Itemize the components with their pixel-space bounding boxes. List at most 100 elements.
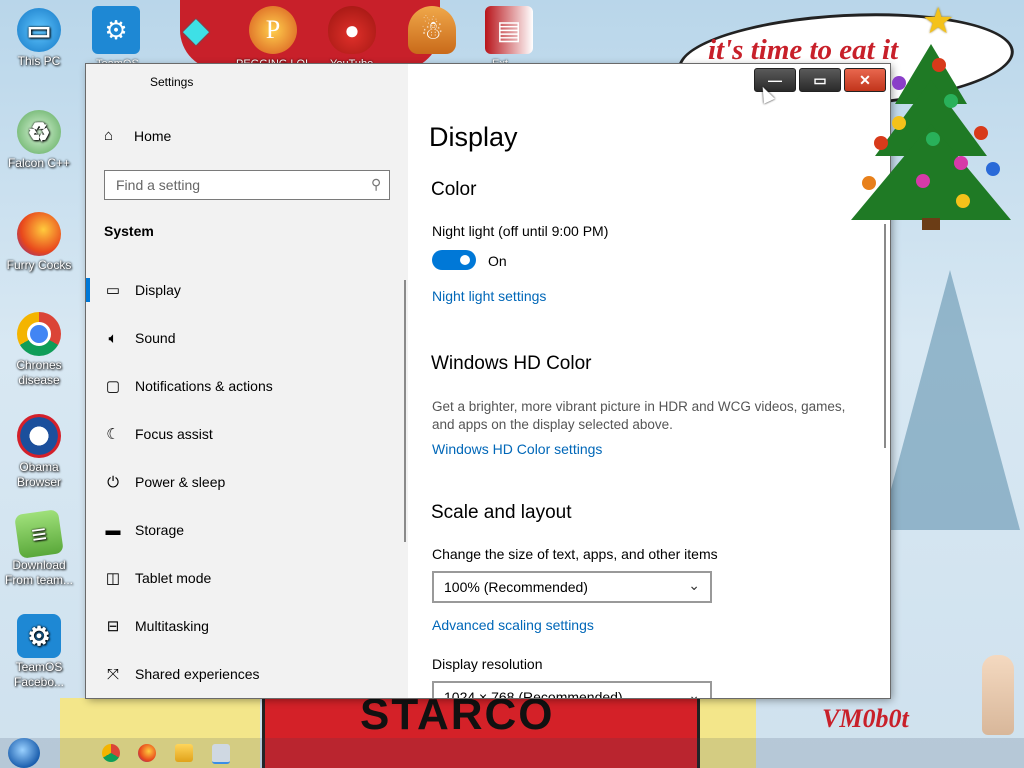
nav-item-display[interactable]: ▭ Display bbox=[86, 266, 408, 314]
scale-heading: Scale and layout bbox=[431, 502, 572, 523]
desktop-icon-label: Furry Cocks bbox=[6, 258, 72, 272]
ornament bbox=[974, 126, 988, 140]
figure-icon[interactable]: ☃ bbox=[408, 6, 456, 54]
storage-icon: ▬ bbox=[105, 521, 121, 539]
desktop-icon-download[interactable]: ≡ Download From team... bbox=[4, 509, 74, 588]
nav-item-label: Shared experiences bbox=[135, 666, 260, 682]
hd-color-description: Get a brighter, more vibrant picture in … bbox=[432, 399, 846, 432]
nav-item-shared-experiences[interactable]: ⤧ Shared experiences bbox=[86, 650, 408, 698]
nav-item-sound[interactable]: 🔈︎ Sound bbox=[86, 314, 408, 362]
notepad-icon: ≡ bbox=[14, 509, 64, 559]
ornament bbox=[892, 76, 906, 90]
moon-icon: ☾ bbox=[106, 426, 120, 443]
nav-home-label: Home bbox=[134, 127, 172, 144]
monitor-icon: ▭ bbox=[105, 282, 121, 299]
tree-trunk bbox=[922, 218, 940, 230]
ornament bbox=[892, 116, 906, 130]
gear-icon[interactable]: ⚙ bbox=[92, 6, 140, 54]
nav-item-notifications[interactable]: ▢ Notifications & actions bbox=[86, 362, 408, 410]
size-label: Change the size of text, apps, and other… bbox=[432, 546, 718, 562]
hd-color-heading: Windows HD Color bbox=[431, 353, 592, 374]
nav-item-label: Sound bbox=[135, 330, 176, 346]
desktop-icon-label: Chrones disease bbox=[16, 358, 62, 387]
nav-item-power-sleep[interactable]: ⏻ Power & sleep bbox=[86, 458, 408, 506]
nav-item-label: Multitasking bbox=[135, 618, 209, 634]
ornament bbox=[944, 94, 958, 108]
nav-section-label: System bbox=[104, 223, 154, 239]
search-input[interactable]: Find a setting ⚲ bbox=[104, 170, 390, 200]
background-figure bbox=[982, 655, 1014, 735]
home-icon: ⌂ bbox=[104, 127, 114, 144]
desktop-icon-firefox[interactable]: Furry Cocks bbox=[4, 212, 74, 273]
desktop-icon-label: Download From team... bbox=[4, 558, 73, 587]
recycle-icon: ♻ bbox=[17, 110, 61, 154]
settings-window: Settings ⌂ Home Find a setting ⚲ System … bbox=[86, 64, 890, 698]
search-icon: ⚲ bbox=[370, 176, 381, 192]
advanced-scaling-link[interactable]: Advanced scaling settings bbox=[432, 617, 594, 633]
nav-item-multitasking[interactable]: ⊟ Multitasking bbox=[86, 602, 408, 650]
chrome-icon[interactable] bbox=[102, 744, 120, 762]
chrome-icon bbox=[17, 312, 61, 356]
nav-item-label: Notifications & actions bbox=[135, 378, 273, 394]
angry-bird-icon[interactable]: ● bbox=[328, 6, 376, 54]
monitor-icon: ▭ bbox=[17, 8, 61, 52]
resolution-dropdown-value: 1024 × 768 (Recommended) bbox=[444, 689, 623, 698]
night-light-settings-link[interactable]: Night light settings bbox=[432, 288, 546, 304]
book-icon[interactable]: ▤ bbox=[485, 6, 533, 54]
nav-item-label: Storage bbox=[135, 522, 185, 538]
background-pine-tree bbox=[880, 270, 1020, 530]
desktop-icon-obama-browser[interactable]: Obama Browser bbox=[4, 414, 74, 490]
toggle-state: On bbox=[488, 253, 507, 269]
christmas-tree bbox=[848, 30, 1014, 230]
desktop-icon-falcon[interactable]: ♻ Falcon C++ bbox=[4, 110, 74, 171]
gear-icon: ⚙ bbox=[17, 614, 61, 658]
obama-icon bbox=[17, 414, 61, 458]
ornament bbox=[932, 58, 946, 72]
hd-color-settings-link[interactable]: Windows HD Color settings bbox=[432, 441, 602, 457]
nav-item-focus-assist[interactable]: ☾ Focus assist bbox=[86, 410, 408, 458]
desktop-icon-label: Obama Browser bbox=[16, 460, 61, 489]
desktop-icon-label: This PC bbox=[17, 54, 61, 68]
content-scrollbar[interactable] bbox=[884, 224, 886, 448]
background-signature: VM0b0t bbox=[822, 704, 909, 733]
settings-icon[interactable] bbox=[212, 744, 230, 764]
chevron-down-icon: ⌄ bbox=[688, 687, 700, 698]
nav-item-label: Power & sleep bbox=[135, 474, 226, 490]
nav-home[interactable]: ⌂ Home bbox=[104, 127, 171, 144]
resolution-dropdown[interactable]: 1024 × 768 (Recommended) ⌄ bbox=[432, 681, 712, 698]
toggle-knob bbox=[460, 255, 470, 265]
settings-content-pane: Display Color Night light (off until 9:0… bbox=[408, 64, 890, 698]
ornament bbox=[926, 132, 940, 146]
scale-dropdown[interactable]: 100% (Recommended) ⌄ bbox=[432, 571, 712, 603]
diamond-icon[interactable]: ◆ bbox=[172, 6, 220, 54]
firefox-icon[interactable] bbox=[138, 744, 156, 762]
nav-item-tablet-mode[interactable]: ◫ Tablet mode bbox=[86, 554, 408, 602]
window-title: Settings bbox=[150, 75, 194, 89]
nav-scrollbar[interactable] bbox=[404, 280, 406, 542]
power-icon: ⏻ bbox=[107, 473, 119, 491]
ornament bbox=[862, 176, 876, 190]
tablet-icon: ◫ bbox=[105, 570, 121, 587]
color-heading: Color bbox=[431, 179, 477, 200]
maximize-button[interactable]: ▭ bbox=[799, 68, 841, 92]
notification-icon: ▢ bbox=[105, 378, 121, 395]
settings-nav-pane: Settings ⌂ Home Find a setting ⚲ System … bbox=[86, 64, 408, 698]
night-light-toggle[interactable] bbox=[432, 250, 476, 270]
multitasking-icon: ⊟ bbox=[106, 618, 120, 635]
desktop-icon-teamos-facebook[interactable]: ⚙ TeamOS Facebo... bbox=[4, 614, 74, 690]
ornament bbox=[986, 162, 1000, 176]
start-orb-icon[interactable] bbox=[8, 738, 40, 768]
scale-dropdown-value: 100% (Recommended) bbox=[444, 579, 588, 595]
chevron-down-icon: ⌄ bbox=[688, 577, 700, 593]
ornament bbox=[956, 194, 970, 208]
desktop-icon-this-pc[interactable]: ▭ This PC bbox=[4, 8, 74, 69]
speaker-icon: 🔈︎ bbox=[108, 329, 118, 347]
file-explorer-icon[interactable] bbox=[175, 744, 193, 762]
peggle-icon[interactable]: P bbox=[249, 6, 297, 54]
desktop-icon-label: TeamOS Facebo... bbox=[13, 660, 65, 689]
nav-item-storage[interactable]: ▬ Storage bbox=[86, 506, 408, 554]
night-light-label: Night light (off until 9:00 PM) bbox=[432, 223, 609, 239]
nav-item-label: Focus assist bbox=[135, 426, 213, 442]
ornament bbox=[916, 174, 930, 188]
desktop-icon-chrome[interactable]: Chrones disease bbox=[4, 312, 74, 388]
